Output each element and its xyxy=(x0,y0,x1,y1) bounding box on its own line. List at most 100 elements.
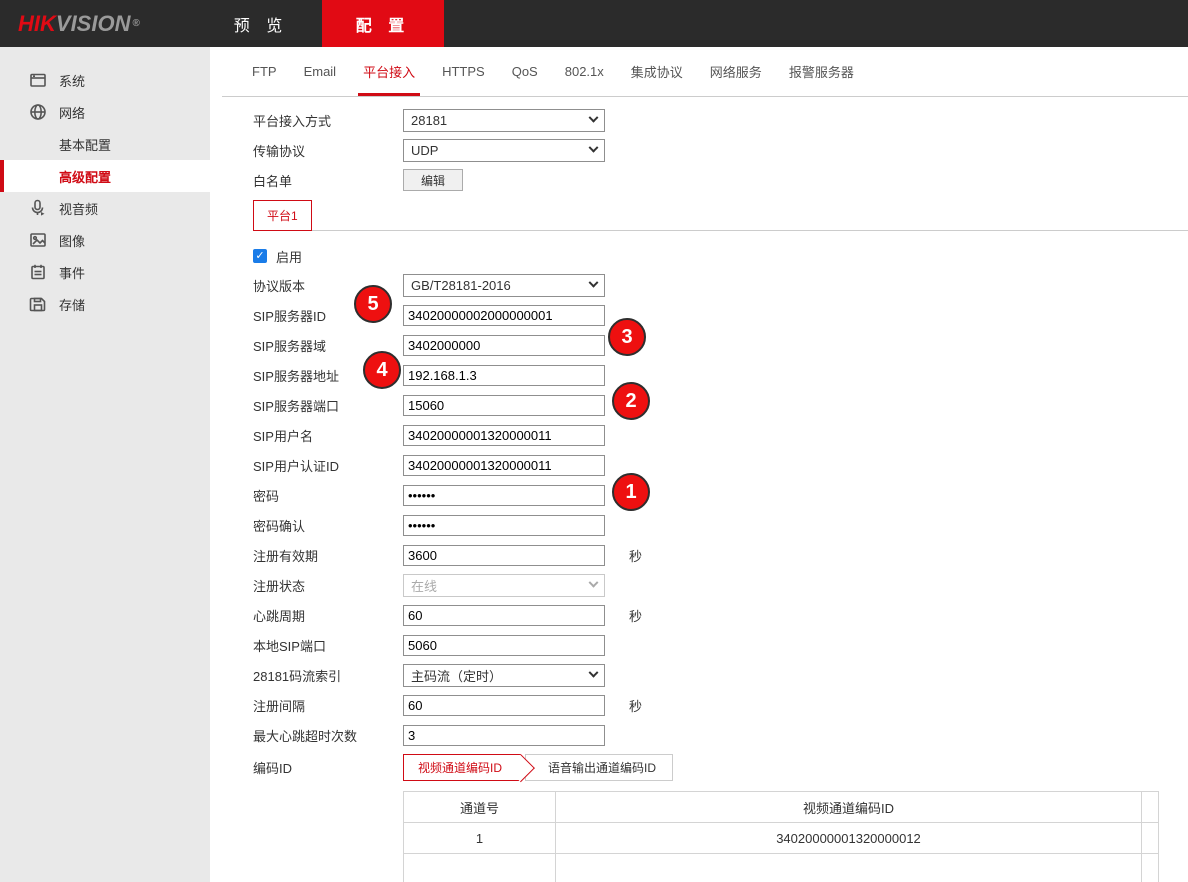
access-mode-value: 28181 xyxy=(411,113,447,128)
register-validity-label: 注册有效期 xyxy=(253,546,403,565)
seconds-unit-label: 秒 xyxy=(629,696,642,715)
register-status-label: 注册状态 xyxy=(253,576,403,595)
tab-platform-access[interactable]: 平台接入 xyxy=(363,47,415,96)
register-validity-input[interactable] xyxy=(403,545,605,566)
max-heartbeat-timeout-input[interactable] xyxy=(403,725,605,746)
sip-server-address-input[interactable] xyxy=(403,365,605,386)
main-content: FTP Email 平台接入 HTTPS QoS 802.1x 集成协议 网络服… xyxy=(210,47,1188,882)
heartbeat-label: 心跳周期 xyxy=(253,606,403,625)
form-row-heartbeat: 心跳周期 秒 xyxy=(253,600,1188,630)
sidebar: 系统 网络 基本配置 高级配置 视音频 图像 事件 存储 xyxy=(0,47,210,882)
form-row-register-validity: 注册有效期 秒 xyxy=(253,540,1188,570)
form-row-protocol-version: 协议版本 GB/T28181-2016 xyxy=(253,270,1188,300)
channel-number-cell xyxy=(404,854,556,882)
platform-access-form: 平台接入方式 28181 传输协议 UDP 白名单 编辑 平台1 ✓ 启用 xyxy=(210,97,1188,882)
enable-row: ✓ 启用 xyxy=(253,249,1188,263)
annotation-badge-3: 3 xyxy=(608,318,646,356)
form-row-register-interval: 注册间隔 秒 xyxy=(253,690,1188,720)
register-status-select: 在线 xyxy=(403,574,605,597)
seconds-unit-label: 秒 xyxy=(629,546,642,565)
table-header-row: 通道号 视频通道编码ID xyxy=(404,792,1159,823)
form-row-access-mode: 平台接入方式 28181 xyxy=(253,105,1188,135)
empty-header xyxy=(1142,792,1159,823)
password-confirm-input[interactable] xyxy=(403,515,605,536)
form-row-sip-server-port: SIP服务器端口 xyxy=(253,390,1188,420)
video-channel-encode-id-header: 视频通道编码ID xyxy=(556,792,1142,823)
empty-cell xyxy=(1142,854,1159,882)
sip-server-port-label: SIP服务器端口 xyxy=(253,396,403,415)
video-channel-encode-id-cell: 34020000001320000012 xyxy=(556,823,1142,854)
sidebar-item-system[interactable]: 系统 xyxy=(0,64,210,96)
sidebar-item-label: 高级配置 xyxy=(59,167,111,186)
tab-network-service[interactable]: 网络服务 xyxy=(710,47,762,96)
password-label: 密码 xyxy=(253,486,403,505)
sip-username-input[interactable] xyxy=(403,425,605,446)
video-channel-encode-id-tab[interactable]: 视频通道编码ID xyxy=(403,754,521,781)
sidebar-item-network[interactable]: 网络 xyxy=(0,96,210,128)
network-globe-icon xyxy=(28,102,48,122)
top-navigation: 预 览 配 置 xyxy=(200,0,444,47)
sip-server-domain-input[interactable] xyxy=(403,335,605,356)
chevron-down-icon xyxy=(589,112,599,122)
sidebar-item-label: 视音频 xyxy=(59,199,98,218)
tab-8021x[interactable]: 802.1x xyxy=(565,47,604,96)
sidebar-item-label: 存储 xyxy=(59,295,85,314)
form-row-local-sip-port: 本地SIP端口 xyxy=(253,630,1188,660)
sip-auth-id-input[interactable] xyxy=(403,455,605,476)
annotation-badge-1: 1 xyxy=(612,473,650,511)
sidebar-item-storage[interactable]: 存储 xyxy=(0,288,210,320)
table-row[interactable] xyxy=(404,854,1159,882)
password-confirm-label: 密码确认 xyxy=(253,516,403,535)
sidebar-item-audio-video[interactable]: 视音频 xyxy=(0,192,210,224)
tab-ftp[interactable]: FTP xyxy=(252,47,277,96)
chevron-down-icon xyxy=(589,277,599,287)
sidebar-item-event[interactable]: 事件 xyxy=(0,256,210,288)
tab-qos[interactable]: QoS xyxy=(512,47,538,96)
protocol-version-select[interactable]: GB/T28181-2016 xyxy=(403,274,605,297)
topnav-tab-configuration[interactable]: 配 置 xyxy=(322,0,444,47)
event-icon xyxy=(28,262,48,282)
local-sip-port-input[interactable] xyxy=(403,635,605,656)
whitelist-edit-button[interactable]: 编辑 xyxy=(403,169,463,191)
video-channel-encode-id-tab-label: 视频通道编码ID xyxy=(418,759,502,776)
sidebar-item-label: 系统 xyxy=(59,71,85,90)
enable-label: 启用 xyxy=(276,247,302,266)
heartbeat-input[interactable] xyxy=(403,605,605,626)
form-row-stream-index: 28181码流索引 主码流（定时） xyxy=(253,660,1188,690)
tab-email[interactable]: Email xyxy=(304,47,337,96)
audio-output-channel-encode-id-tab[interactable]: 语音输出通道编码ID xyxy=(525,754,673,781)
audio-video-icon xyxy=(28,198,48,218)
topnav-tab-preview[interactable]: 预 览 xyxy=(200,0,322,47)
sidebar-item-advanced-config[interactable]: 高级配置 xyxy=(0,160,210,192)
encode-id-table: 通道号 视频通道编码ID 1 34020000001320000012 xyxy=(403,791,1159,882)
local-sip-port-label: 本地SIP端口 xyxy=(253,636,403,655)
register-interval-label: 注册间隔 xyxy=(253,696,403,715)
form-row-transport: 传输协议 UDP xyxy=(253,135,1188,165)
top-bar: HIKVISION® 预 览 配 置 xyxy=(0,0,1188,47)
sidebar-item-basic-config[interactable]: 基本配置 xyxy=(0,128,210,160)
settings-tabbar: FTP Email 平台接入 HTTPS QoS 802.1x 集成协议 网络服… xyxy=(222,47,1188,97)
sidebar-item-image[interactable]: 图像 xyxy=(0,224,210,256)
password-input[interactable] xyxy=(403,485,605,506)
access-mode-select[interactable]: 28181 xyxy=(403,109,605,132)
transport-value: UDP xyxy=(411,143,438,158)
encode-id-label: 编码ID xyxy=(253,758,403,777)
sip-server-id-input[interactable] xyxy=(403,305,605,326)
form-row-sip-server-id: SIP服务器ID xyxy=(253,300,1188,330)
register-interval-input[interactable] xyxy=(403,695,605,716)
platform1-tab[interactable]: 平台1 xyxy=(253,200,312,231)
stream-index-select[interactable]: 主码流（定时） xyxy=(403,664,605,687)
transport-select[interactable]: UDP xyxy=(403,139,605,162)
table-row[interactable]: 1 34020000001320000012 xyxy=(404,823,1159,854)
tab-alarm-server[interactable]: 报警服务器 xyxy=(789,47,854,96)
chevron-down-icon xyxy=(589,667,599,677)
tab-https[interactable]: HTTPS xyxy=(442,47,485,96)
enable-checkbox[interactable]: ✓ xyxy=(253,249,267,263)
sip-server-port-input[interactable] xyxy=(403,395,605,416)
annotation-badge-2: 2 xyxy=(612,382,650,420)
stream-index-label: 28181码流索引 xyxy=(253,666,403,685)
form-row-encode-id: 编码ID 视频通道编码ID 语音输出通道编码ID xyxy=(253,754,1188,781)
tab-integration-protocol[interactable]: 集成协议 xyxy=(631,47,683,96)
chevron-down-icon xyxy=(589,577,599,587)
protocol-version-value: GB/T28181-2016 xyxy=(411,278,511,293)
